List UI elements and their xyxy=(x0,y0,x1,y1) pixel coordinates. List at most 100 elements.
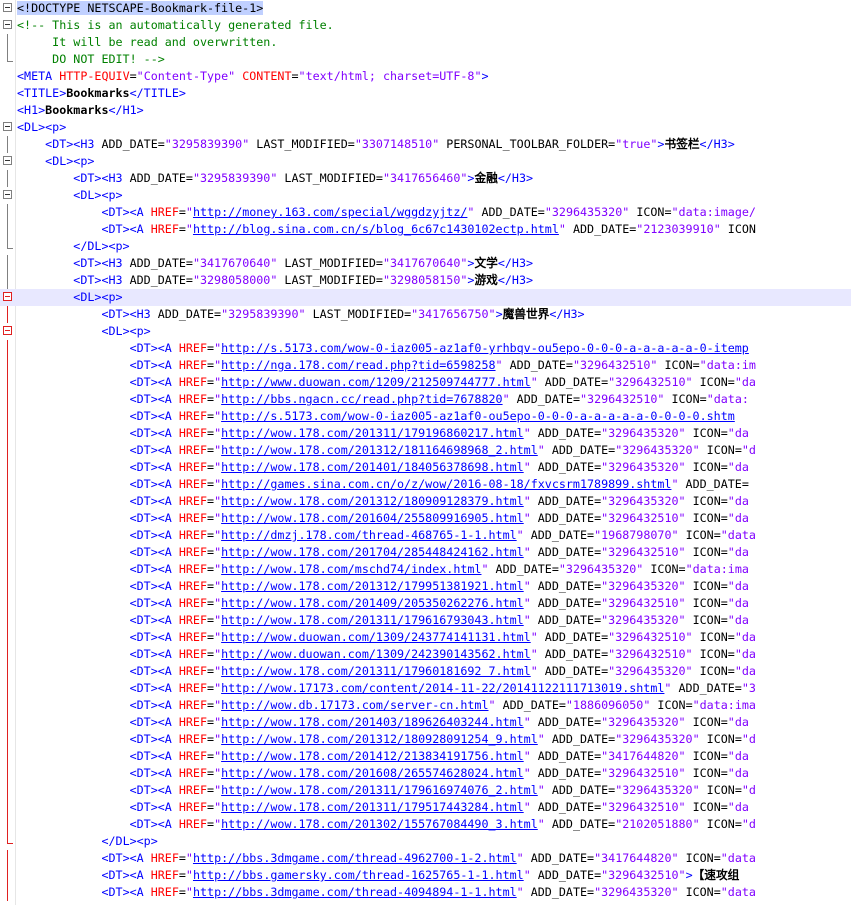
code-line[interactable]: <DT><A HREF="http://wow.178.com/201311/1… xyxy=(0,612,851,629)
link-url[interactable]: http://www.duowan.com/1209/212509744777.… xyxy=(221,375,531,389)
link-url[interactable]: http://wow.178.com/201403/189626403244.h… xyxy=(221,715,524,729)
code-line[interactable]: DO NOT EDIT! --> xyxy=(0,51,851,68)
link-url[interactable]: http://bbs.3dmgame.com/thread-4962700-1-… xyxy=(193,851,517,865)
code-line[interactable]: <DT><A HREF="http://s.5173.com/wow-0-iaz… xyxy=(0,340,851,357)
link-url[interactable]: http://wow.178.com/201311/179616974076_2… xyxy=(221,783,538,797)
link-url[interactable]: http://wow.178.com/201608/265574628024.h… xyxy=(221,766,524,780)
code-line[interactable]: <TITLE>Bookmarks</TITLE> xyxy=(0,85,851,102)
code-line-current[interactable]: <DL><p> xyxy=(0,289,851,306)
link-url[interactable]: http://wow.duowan.com/1309/243774141131.… xyxy=(221,630,531,644)
code-line[interactable]: <DT><A HREF="http://wow.178.com/201311/1… xyxy=(0,782,851,799)
code-line[interactable]: <DT><A HREF="http://www.duowan.com/1209/… xyxy=(0,374,851,391)
code-line[interactable]: <META HTTP-EQUIV="Content-Type" CONTENT=… xyxy=(0,68,851,85)
link-url[interactable]: http://wow.178.com/201312/179951381921.h… xyxy=(221,579,524,593)
code-line[interactable]: <DT><A HREF="http://bbs.gamersky.com/thr… xyxy=(0,867,851,884)
code-line[interactable]: <!-- This is an automatically generated … xyxy=(0,17,851,34)
link-url[interactable]: http://wow.178.com/201311/179517443284.h… xyxy=(221,800,524,814)
code-line[interactable]: <DT><H3 ADD_DATE="3298058000" LAST_MODIF… xyxy=(0,272,851,289)
link-url[interactable]: http://wow.178.com/201302/155767084490_3… xyxy=(221,817,538,831)
code-line[interactable]: <DT><A HREF="http://dmzj.178.com/thread-… xyxy=(0,527,851,544)
link-url[interactable]: http://wow.178.com/201412/213834191756.h… xyxy=(221,749,524,763)
code-line[interactable]: <DT><H3 ADD_DATE="3295839390" LAST_MODIF… xyxy=(0,306,851,323)
link-url[interactable]: http://wow.178.com/201312/181164698968_2… xyxy=(221,443,538,457)
link-url[interactable]: http://s.5173.com/wow-0-iaz005-az1af0-ou… xyxy=(221,409,735,423)
code-line[interactable]: <DT><A HREF="http://bbs.3dmgame.com/thre… xyxy=(0,884,851,901)
link-url[interactable]: http://wow.178.com/201604/255809916905.h… xyxy=(221,511,524,525)
code-line[interactable]: <DT><A HREF="http://wow.178.com/201311/1… xyxy=(0,663,851,680)
code-line[interactable]: <DL><p> xyxy=(0,153,851,170)
code-line[interactable]: <!DOCTYPE NETSCAPE-Bookmark-file-1> xyxy=(0,0,851,17)
code-line[interactable]: <DT><A HREF="http://blog.sina.com.cn/s/b… xyxy=(0,221,851,238)
code-line[interactable]: It will be read and overwritten. xyxy=(0,34,851,51)
code-line[interactable]: <DT><A HREF="http://wow.178.com/201312/1… xyxy=(0,493,851,510)
link-url[interactable]: http://nga.178.com/read.php?tid=6598258 xyxy=(221,358,495,372)
fold-toggle-icon[interactable] xyxy=(2,17,13,34)
fold-toggle-icon[interactable] xyxy=(2,153,13,170)
code-line[interactable]: <DT><A HREF="http://money.163.com/specia… xyxy=(0,204,851,221)
link-url[interactable]: http://blog.sina.com.cn/s/blog_6c67c1430… xyxy=(193,222,559,236)
link-url[interactable]: http://wow.178.com/201311/179196860217.h… xyxy=(221,426,524,440)
link-url[interactable]: http://wow.178.com/201704/285448424162.h… xyxy=(221,545,524,559)
code-line[interactable]: <DT><A HREF="http://wow.178.com/201604/2… xyxy=(0,510,851,527)
code-line[interactable]: <DT><H3 ADD_DATE="3417670640" LAST_MODIF… xyxy=(0,255,851,272)
link-url[interactable]: http://dmzj.178.com/thread-468765-1-1.ht… xyxy=(221,528,517,542)
code-line[interactable]: <DT><A HREF="http://wow.178.com/201312/1… xyxy=(0,731,851,748)
link-url[interactable]: http://games.sina.com.cn/o/z/wow/2016-08… xyxy=(221,477,671,491)
link-url[interactable]: http://s.5173.com/wow-0-iaz005-az1af0-yr… xyxy=(221,341,749,355)
code-line[interactable]: <DL><p> xyxy=(0,119,851,136)
link-url[interactable]: http://bbs.gamersky.com/thread-1625765-1… xyxy=(193,868,524,882)
code-line[interactable]: <DT><A HREF="http://wow.178.com/201409/2… xyxy=(0,595,851,612)
link-url[interactable]: http://wow.178.com/201311/17960181692 7.… xyxy=(221,664,531,678)
code-line[interactable]: </DL><p> xyxy=(0,833,851,850)
link-url[interactable]: http://wow.178.com/201311/179616793043.h… xyxy=(221,613,524,627)
code-line[interactable]: <DT><A HREF="http://wow.db.17173.com/ser… xyxy=(0,697,851,714)
link-url[interactable]: http://wow.178.com/mschd74/index.html xyxy=(221,562,481,576)
code-line[interactable]: <DT><H3 ADD_DATE="3295839390" LAST_MODIF… xyxy=(0,136,851,153)
fold-toggle-icon[interactable] xyxy=(2,289,13,306)
link-url[interactable]: http://wow.17173.com/content/2014-11-22/… xyxy=(221,681,664,695)
code-line[interactable]: <DT><A HREF="http://bbs.ngacn.cc/read.ph… xyxy=(0,391,851,408)
code-line[interactable]: <DT><A HREF="http://s.5173.com/wow-0-iaz… xyxy=(0,408,851,425)
link-url[interactable]: http://money.163.com/special/wggdzyjtz/ xyxy=(193,205,467,219)
token: ADD_DATE xyxy=(537,596,595,610)
code-line[interactable]: <DT><H3 ADD_DATE="3295839390" LAST_MODIF… xyxy=(0,170,851,187)
fold-toggle-icon[interactable] xyxy=(2,0,13,17)
code-line[interactable]: <DT><A HREF="http://wow.178.com/201704/2… xyxy=(0,544,851,561)
code-line[interactable]: <DT><A HREF="http://wow.178.com/201312/1… xyxy=(0,442,851,459)
code-line[interactable]: <DT><A HREF="http://wow.178.com/201403/1… xyxy=(0,714,851,731)
code-line[interactable]: <DT><A HREF="http://wow.178.com/201608/2… xyxy=(0,765,851,782)
code-line[interactable]: <DT><A HREF="http://wow.178.com/201311/1… xyxy=(0,799,851,816)
code-line[interactable]: <DT><A HREF="http://wow.17173.com/conten… xyxy=(0,680,851,697)
link-url[interactable]: http://bbs.3dmgame.com/thread-4094894-1-… xyxy=(193,885,517,899)
code-line[interactable]: <DT><A HREF="http://wow.178.com/201412/2… xyxy=(0,748,851,765)
code-line[interactable]: <DT><A HREF="http://wow.178.com/mschd74/… xyxy=(0,561,851,578)
code-line[interactable]: <H1>Bookmarks</H1> xyxy=(0,102,851,119)
code-line[interactable]: <DT><A HREF="http://wow.178.com/201302/1… xyxy=(0,816,851,833)
code-editor[interactable]: <!DOCTYPE NETSCAPE-Bookmark-file-1> <!-- … xyxy=(0,0,851,905)
code-line[interactable]: </DL><p> xyxy=(0,238,851,255)
code-line[interactable]: <DT><A HREF="http://wow.178.com/201312/1… xyxy=(0,578,851,595)
link-url[interactable]: http://wow.duowan.com/1309/242390143562.… xyxy=(221,647,531,661)
link-url[interactable]: http://bbs.ngacn.cc/read.php?tid=7678820 xyxy=(221,392,502,406)
code-line[interactable]: <DT><A HREF="http://games.sina.com.cn/o/… xyxy=(0,476,851,493)
code-line[interactable]: <DT><A HREF="http://wow.178.com/201311/1… xyxy=(0,425,851,442)
token: = xyxy=(720,749,728,763)
fold-toggle-icon[interactable] xyxy=(2,187,13,204)
fold-toggle-icon[interactable] xyxy=(2,119,13,136)
code-line[interactable]: <DT><A HREF="http://wow.duowan.com/1309/… xyxy=(0,646,851,663)
link-url[interactable]: http://wow.178.com/201401/184056378698.h… xyxy=(221,460,524,474)
value-token: "data xyxy=(720,528,756,542)
code-line[interactable]: <DL><p> xyxy=(0,323,851,340)
link-url[interactable]: http://wow.178.com/201312/180928091254_9… xyxy=(221,732,538,746)
tag-token: </H3> xyxy=(497,273,534,287)
link-url[interactable]: http://wow.178.com/201312/180909128379.h… xyxy=(221,494,524,508)
code-line[interactable]: <DL><p> xyxy=(0,187,851,204)
code-line[interactable]: <DT><A HREF="http://wow.178.com/201401/1… xyxy=(0,459,851,476)
link-url[interactable]: http://wow.178.com/201409/205350262276.h… xyxy=(221,596,524,610)
code-line[interactable]: <DT><A HREF="http://wow.duowan.com/1309/… xyxy=(0,629,851,646)
fold-toggle-icon[interactable] xyxy=(2,323,13,340)
code-line[interactable]: <DT><A HREF="http://nga.178.com/read.php… xyxy=(0,357,851,374)
link-url[interactable]: http://wow.db.17173.com/server-cn.html xyxy=(221,698,488,712)
code-line[interactable]: <DT><A HREF="http://bbs.3dmgame.com/thre… xyxy=(0,850,851,867)
